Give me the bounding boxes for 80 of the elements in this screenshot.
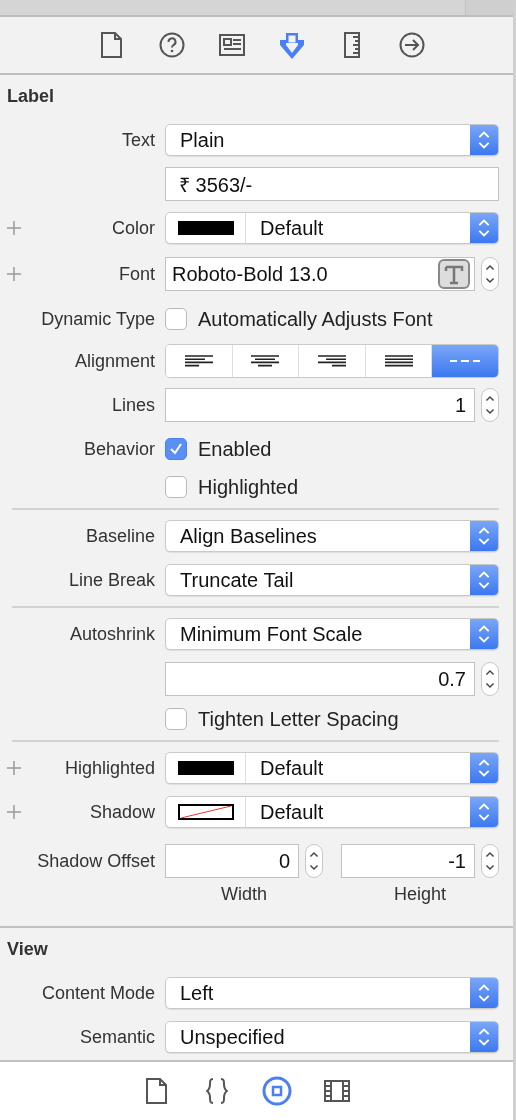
popup-arrows-icon [470,521,498,551]
stepper[interactable] [481,844,499,878]
plus-icon[interactable] [7,267,21,281]
section-title: View [7,938,49,961]
number-field[interactable]: 0 [165,844,299,878]
film-strip-icon [323,1080,350,1102]
align-icon [184,355,213,367]
field-caption: Width [221,884,267,905]
no-color-swatch [177,804,234,820]
object-icon [261,1076,292,1106]
library-tab[interactable] [261,1076,292,1106]
field-label: Autoshrink [69,623,155,645]
number-field[interactable]: 0.7 [165,662,475,696]
checkbox-label: Tighten Letter Spacing [198,707,399,731]
field-label: Shadow [89,801,155,823]
field-label: Font [118,263,155,285]
color-popup[interactable]: Default [165,752,499,784]
stepper[interactable] [481,257,499,291]
field-label: Line Break [68,569,155,591]
checkbox[interactable] [165,708,187,730]
field-caption: Height [394,884,446,905]
popup-arrows-icon [470,565,498,595]
align-icon [384,355,413,367]
plus-icon[interactable] [7,761,21,775]
section-title: Label [7,85,55,108]
align-icon [318,355,346,367]
popup-arrows-icon [470,125,498,155]
dashes-icon [450,359,481,363]
popup-arrows-icon [470,978,498,1008]
field-label: Semantic [79,1026,155,1048]
number-field[interactable]: 1 [165,388,475,422]
font-field[interactable]: Roboto-Bold 13.0 [165,257,475,291]
field-label: Color [112,217,155,239]
arrow-circle-icon [398,32,425,58]
align-icon [251,355,280,367]
popup-button[interactable]: Minimum Font Scale [165,618,499,650]
popup-arrows-icon [470,797,498,827]
checkbox[interactable] [165,476,187,498]
help-icon [158,32,185,58]
plus-icon[interactable] [7,805,21,819]
field-label: Text [122,129,155,151]
color-popup[interactable]: Default [165,212,499,244]
field-label: Content Mode [41,982,155,1004]
field-label: Behavior [83,438,155,460]
checkbox-label: Automatically Adjusts Font [198,307,433,331]
checkbox[interactable] [165,308,187,330]
field-label: Lines [111,394,155,416]
checkmark-icon [169,443,183,455]
popup-arrows-icon [470,753,498,783]
color-popup[interactable]: Default [165,796,499,828]
field-label: Shadow Offset [37,850,155,872]
ruler-icon [343,32,360,58]
id-card-icon [218,34,245,56]
checkbox-label: Highlighted [198,475,299,499]
color-swatch [177,221,234,235]
braces-icon [205,1078,228,1104]
text-field[interactable]: ₹ 3563/- [165,167,499,201]
popup-button[interactable]: Left [165,977,499,1009]
stepper[interactable] [481,662,499,696]
popup-arrows-icon [470,1022,498,1052]
field-label: Alignment [74,350,155,372]
popup-arrows-icon [470,619,498,649]
checkbox-label: Enabled [198,437,272,461]
popup-arrows-icon [470,213,498,243]
checkbox[interactable] [165,438,187,460]
field-label: Highlighted [64,757,155,779]
popup-button[interactable]: Plain [165,124,499,156]
font-picker-icon[interactable] [438,259,470,289]
popup-button[interactable]: Align Baselines [165,520,499,552]
field-label: Dynamic Type [41,308,155,330]
number-field[interactable]: -1 [341,844,475,878]
stepper[interactable] [481,388,499,422]
popup-button[interactable]: Unspecified [165,1021,499,1053]
field-label: Baseline [85,525,155,547]
file-icon [145,1078,168,1104]
color-swatch [177,761,234,775]
stepper[interactable] [305,844,323,878]
plus-icon[interactable] [7,221,21,235]
file-icon [100,32,123,58]
popup-button[interactable]: Truncate Tail [165,564,499,596]
